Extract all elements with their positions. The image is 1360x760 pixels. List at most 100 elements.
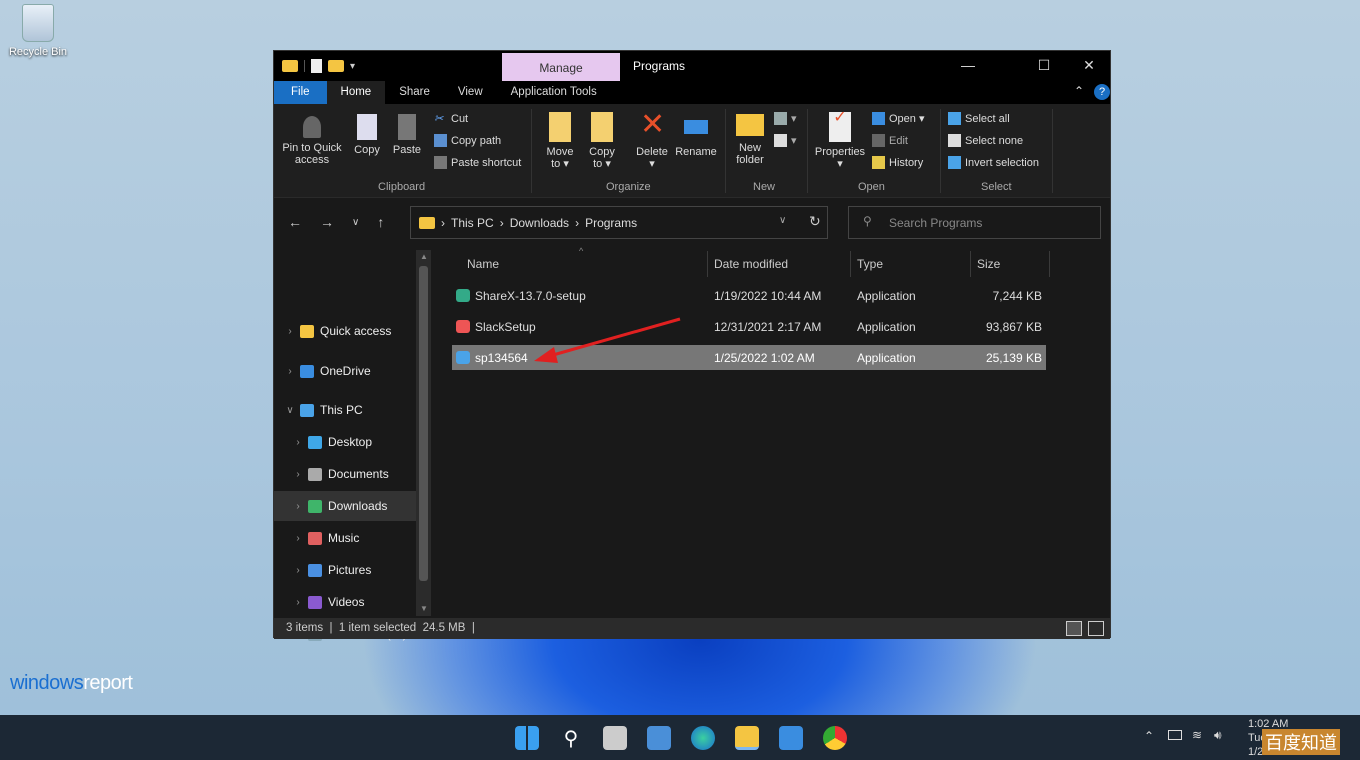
nav-item[interactable]: ›Pictures bbox=[274, 555, 416, 585]
nav-item[interactable]: ›Downloads bbox=[274, 491, 416, 521]
new-folder-icon[interactable] bbox=[328, 60, 344, 72]
easy-access-button[interactable]: ▾ bbox=[774, 134, 797, 147]
chevron-right-icon[interactable]: › bbox=[292, 565, 304, 576]
column-size[interactable]: Size bbox=[977, 257, 1000, 271]
properties-button[interactable]: ✓Properties▾ bbox=[812, 112, 868, 170]
select-none-button[interactable]: Select none bbox=[948, 134, 1023, 147]
column-date-modified[interactable]: Date modified bbox=[714, 257, 788, 271]
up-button[interactable]: ↑ bbox=[377, 214, 384, 230]
delete-button[interactable]: ✕Delete▾ bbox=[632, 110, 672, 170]
recent-locations-icon[interactable]: ∨ bbox=[352, 217, 359, 230]
tab-application-tools[interactable]: Application Tools bbox=[497, 81, 611, 104]
search-input[interactable]: ⚲Search Programs bbox=[848, 206, 1101, 239]
battery-icon[interactable] bbox=[1168, 730, 1182, 740]
nav-item[interactable]: ›Music bbox=[274, 523, 416, 553]
minimize-button[interactable]: — bbox=[953, 57, 983, 73]
folder-icon bbox=[308, 564, 322, 577]
wifi-icon[interactable]: ≋ bbox=[1192, 728, 1202, 742]
start-icon[interactable] bbox=[515, 726, 539, 750]
nav-item[interactable]: ›Quick access bbox=[274, 316, 416, 346]
new-folder-button[interactable]: Newfolder bbox=[732, 114, 768, 166]
recycle-bin[interactable]: Recycle Bin bbox=[8, 4, 68, 58]
task-view-icon[interactable] bbox=[603, 726, 627, 750]
back-button[interactable]: ← bbox=[288, 214, 302, 230]
nav-item[interactable]: ›Documents bbox=[274, 459, 416, 489]
taskbar: ⚲ ⌃ ≋ 🔊︎ 1:02 AMTuesday1/25/2022 百度知道 bbox=[0, 715, 1360, 760]
copy-to-button[interactable]: Copyto ▾ bbox=[584, 112, 620, 170]
chevron-right-icon[interactable]: › bbox=[292, 501, 304, 512]
chevron-right-icon[interactable]: › bbox=[292, 469, 304, 480]
forward-button[interactable]: → bbox=[320, 214, 334, 230]
address-bar[interactable]: › This PC› Downloads› Programs ∨ ↻ bbox=[410, 206, 828, 239]
breadcrumb-this-pc[interactable]: This PC bbox=[451, 216, 494, 230]
large-icons-view-button[interactable] bbox=[1088, 621, 1104, 636]
paste-shortcut-button[interactable]: Paste shortcut bbox=[434, 156, 521, 169]
pin-quick-access-button[interactable]: Pin to Quickaccess bbox=[280, 116, 344, 166]
cut-button[interactable]: ✂Cut bbox=[434, 112, 468, 125]
new-item-button[interactable]: ▾ bbox=[774, 112, 797, 125]
chevron-right-icon[interactable]: › bbox=[292, 533, 304, 544]
open-button[interactable]: Open ▾ bbox=[872, 112, 925, 125]
file-row[interactable]: ShareX-13.7.0-setup1/19/2022 10:44 AMApp… bbox=[452, 283, 1046, 308]
window-title: Programs bbox=[633, 59, 685, 73]
nav-item[interactable]: ›OneDrive bbox=[274, 356, 416, 386]
refresh-icon[interactable]: ↻ bbox=[809, 213, 821, 230]
file-explorer-icon[interactable] bbox=[735, 726, 759, 750]
nav-item[interactable]: ›Desktop bbox=[274, 427, 416, 457]
move-to-icon bbox=[549, 112, 571, 142]
breadcrumb-downloads[interactable]: Downloads bbox=[510, 216, 569, 230]
details-view-button[interactable] bbox=[1066, 621, 1082, 636]
file-size: 25,139 KB bbox=[986, 351, 1042, 365]
file-type: Application bbox=[857, 351, 916, 365]
rename-button[interactable]: Rename bbox=[674, 112, 718, 158]
folder-icon bbox=[308, 500, 322, 513]
nav-item[interactable]: ›Videos bbox=[274, 587, 416, 617]
column-type[interactable]: Type bbox=[857, 257, 883, 271]
search-icon[interactable]: ⚲ bbox=[559, 726, 583, 750]
chrome-icon[interactable] bbox=[823, 726, 847, 750]
history-button[interactable]: History bbox=[872, 156, 923, 169]
maximize-button[interactable]: ☐ bbox=[1029, 57, 1059, 74]
folder-icon bbox=[282, 60, 298, 72]
collapse-ribbon-icon[interactable]: ⌃ bbox=[1074, 84, 1084, 98]
tab-file[interactable]: File bbox=[274, 81, 327, 104]
move-to-button[interactable]: Moveto ▾ bbox=[542, 112, 578, 170]
show-hidden-icons[interactable]: ⌃ bbox=[1144, 729, 1154, 743]
chevron-right-icon[interactable]: › bbox=[284, 326, 296, 337]
help-icon[interactable]: ? bbox=[1094, 84, 1110, 100]
chevron-right-icon[interactable]: › bbox=[292, 597, 304, 608]
select-all-button[interactable]: Select all bbox=[948, 112, 1010, 125]
copy-path-button[interactable]: Copy path bbox=[434, 134, 501, 147]
widgets-icon[interactable] bbox=[647, 726, 671, 750]
annotation-arrow bbox=[524, 313, 684, 373]
tab-view[interactable]: View bbox=[444, 81, 497, 104]
folder-icon bbox=[308, 436, 322, 449]
folder-icon bbox=[308, 468, 322, 481]
close-button[interactable]: ✕ bbox=[1074, 57, 1104, 74]
volume-icon[interactable]: 🔊︎ bbox=[1214, 728, 1222, 743]
store-icon[interactable] bbox=[779, 726, 803, 750]
quick-access-toolbar: ▾ bbox=[282, 59, 355, 73]
invert-selection-button[interactable]: Invert selection bbox=[948, 156, 1039, 169]
paste-shortcut-icon bbox=[434, 156, 447, 169]
navigation-pane: ›Quick access›OneDrive∨This PC›Desktop›D… bbox=[274, 248, 431, 618]
column-name[interactable]: Name bbox=[467, 257, 499, 271]
nav-item[interactable]: ∨This PC bbox=[274, 395, 416, 425]
file-explorer-window: ▾ Manage Programs — ☐ ✕ File Home Share … bbox=[273, 50, 1111, 638]
folder-icon bbox=[300, 325, 314, 338]
address-dropdown-icon[interactable]: ∨ bbox=[779, 215, 786, 226]
chevron-right-icon[interactable]: › bbox=[284, 366, 296, 377]
tab-share[interactable]: Share bbox=[385, 81, 444, 104]
customize-qat-icon[interactable]: ▾ bbox=[350, 61, 355, 72]
edit-button[interactable]: Edit bbox=[872, 134, 908, 147]
chevron-right-icon[interactable]: › bbox=[292, 437, 304, 448]
copy-button[interactable]: Copy bbox=[350, 114, 384, 156]
properties-icon[interactable] bbox=[311, 59, 322, 73]
tab-home[interactable]: Home bbox=[327, 81, 386, 104]
chevron-down-icon[interactable]: ∨ bbox=[284, 405, 296, 416]
paste-button[interactable]: Paste bbox=[390, 114, 424, 156]
nav-scrollbar-thumb[interactable] bbox=[419, 266, 428, 581]
edge-icon[interactable] bbox=[691, 726, 715, 750]
breadcrumb-programs[interactable]: Programs bbox=[585, 216, 637, 230]
open-icon bbox=[872, 112, 885, 125]
